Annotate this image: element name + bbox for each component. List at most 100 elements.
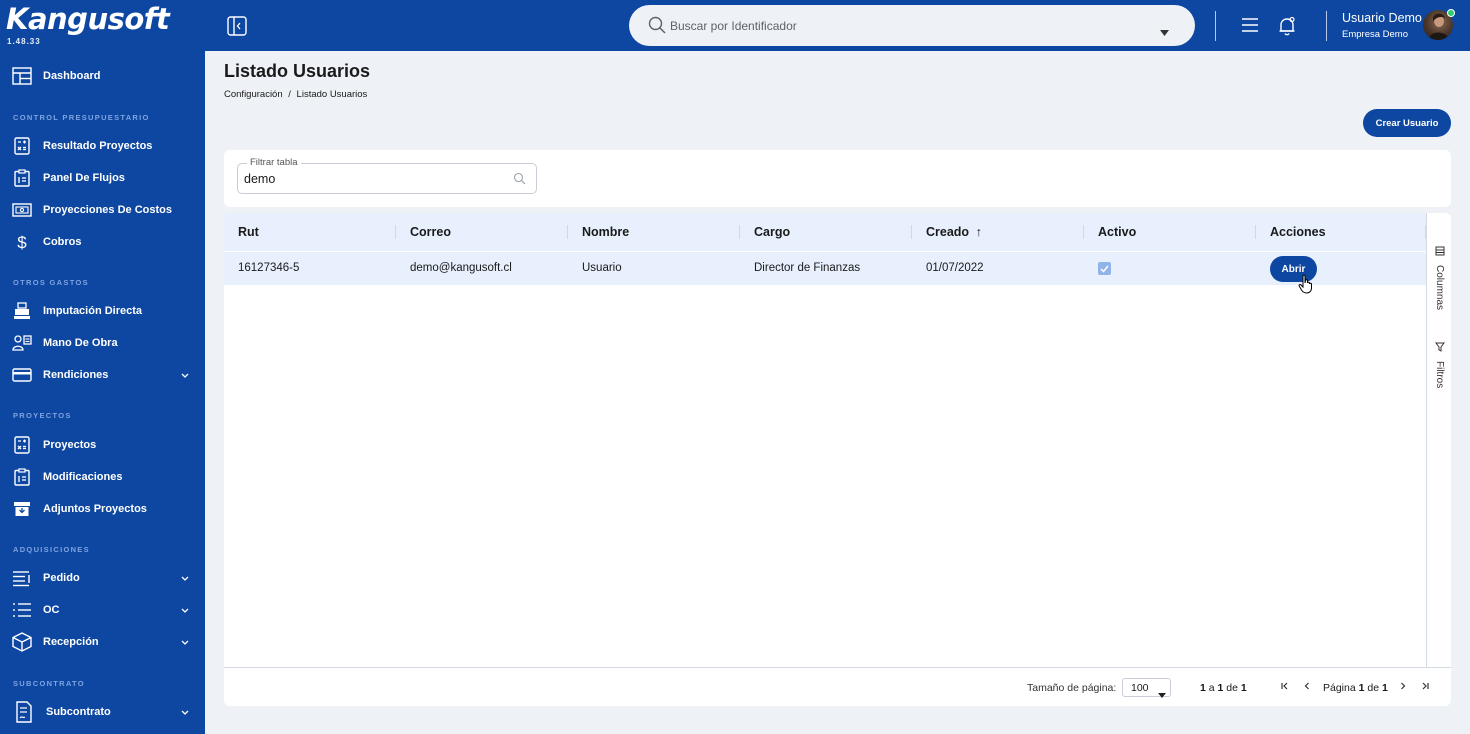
sidebar-item-pedido[interactable]: Pedido xyxy=(0,564,205,592)
tab-columnas[interactable]: Columnas xyxy=(1427,243,1451,310)
clipboard-icon xyxy=(12,168,32,188)
box-icon xyxy=(12,632,32,652)
sidebar-item-label: Subcontrato xyxy=(46,706,111,718)
column-header-cargo[interactable]: Cargo xyxy=(754,225,790,239)
chevron-down-icon xyxy=(180,605,190,615)
chevron-down-icon xyxy=(180,707,190,717)
sidebar-toggle-icon[interactable] xyxy=(226,15,248,37)
column-resize-handle[interactable] xyxy=(739,225,740,239)
user-name[interactable]: Usuario Demo xyxy=(1342,11,1422,25)
sidebar-item-label: Rendiciones xyxy=(43,369,109,381)
column-header-nombre[interactable]: Nombre xyxy=(582,225,629,239)
column-resize-handle[interactable] xyxy=(395,225,396,239)
sidebar-item-proyectos[interactable]: Proyectos xyxy=(0,431,205,459)
tab-filtros[interactable]: Filtros xyxy=(1427,339,1451,388)
table-row[interactable]: 16127346-5 demo@kangusoft.cl Usuario Dir… xyxy=(224,252,1426,294)
sidebar-item-label: Proyecciones De Costos xyxy=(43,204,172,216)
workers-icon xyxy=(12,333,32,353)
column-header-activo[interactable]: Activo xyxy=(1098,225,1136,239)
menu-icon[interactable] xyxy=(1241,16,1259,34)
column-resize-handle[interactable] xyxy=(911,225,912,239)
column-header-creado[interactable]: Creado ↑ xyxy=(926,225,982,239)
breadcrumb-current: Listado Usuarios xyxy=(296,89,368,100)
section-otros-gastos: OTROS GASTOS xyxy=(13,278,89,287)
filter-field[interactable]: Filtrar tabla xyxy=(237,157,537,194)
sidebar-item-label: Resultado Proyectos xyxy=(43,140,153,152)
column-header-acciones[interactable]: Acciones xyxy=(1270,225,1326,239)
column-header-label: Creado xyxy=(926,225,970,239)
sidebar-item-label: Imputación Directa xyxy=(43,305,143,317)
table-header: Rut Correo Nombre Cargo Creado ↑ Activo … xyxy=(224,213,1426,251)
sidebar-item-mano-de-obra[interactable]: Mano De Obra xyxy=(0,329,205,357)
filter-input[interactable] xyxy=(244,172,494,186)
page-size-select[interactable]: 100 xyxy=(1122,678,1171,698)
breadcrumb-configuracion[interactable]: Configuración xyxy=(224,89,283,100)
column-resize-handle[interactable] xyxy=(1255,225,1256,239)
page-indicator: Página 1 de 1 xyxy=(1323,682,1388,694)
money-icon xyxy=(12,200,32,220)
section-control-presupuestario: CONTROL PRESUPUESTARIO xyxy=(13,113,150,122)
create-user-button[interactable]: Crear Usuario xyxy=(1363,109,1451,137)
chevron-down-icon xyxy=(180,370,190,380)
active-checkbox[interactable] xyxy=(1098,262,1111,275)
chevron-down-icon xyxy=(180,637,190,647)
column-header-rut[interactable]: Rut xyxy=(238,225,259,239)
sidebar-item-label: Panel De Flujos xyxy=(43,172,125,184)
sidebar-item-rendiciones[interactable]: Rendiciones xyxy=(0,361,205,389)
clipboard-icon xyxy=(12,467,32,487)
sidebar-item-proyecciones-de-costos[interactable]: Proyecciones De Costos xyxy=(0,196,205,224)
sidebar-item-label: Adjuntos Proyectos xyxy=(43,503,147,515)
notification-bell-icon[interactable] xyxy=(1278,16,1296,36)
kangusoft-logo[interactable]: Kangusoft xyxy=(6,2,170,36)
column-resize-handle[interactable] xyxy=(567,225,568,239)
sidebar-item-recepcion[interactable]: Recepción xyxy=(0,628,205,656)
page-total: 1 xyxy=(1382,682,1388,694)
page-title: Listado Usuarios xyxy=(224,61,371,81)
sidebar-item-label: Proyectos xyxy=(43,439,97,451)
first-page-icon[interactable] xyxy=(1278,679,1292,693)
cell-creado: 01/07/2022 xyxy=(926,262,984,274)
sort-ascending-icon: ↑ xyxy=(975,225,982,239)
columns-icon xyxy=(1435,243,1445,261)
range-a: a xyxy=(1208,682,1215,694)
column-resize-handle[interactable] xyxy=(1083,225,1084,239)
sidebar-item-label: Modificaciones xyxy=(43,471,123,483)
sidebar-item-adjuntos-proyectos[interactable]: Adjuntos Proyectos xyxy=(0,495,205,523)
divider xyxy=(1326,11,1327,41)
tab-label: Columnas xyxy=(1434,265,1445,311)
sidebar-item-panel-de-flujos[interactable]: Panel De Flujos xyxy=(0,164,205,192)
page-current: 1 xyxy=(1358,682,1365,694)
previous-page-icon[interactable] xyxy=(1300,679,1314,693)
page-de: de xyxy=(1367,682,1380,694)
filter-card: Filtrar tabla xyxy=(224,150,1451,207)
sidebar-item-imputacion-directa[interactable]: Imputación Directa xyxy=(0,297,205,325)
sidebar-item-label: Dashboard xyxy=(43,70,101,82)
online-status-dot xyxy=(1447,9,1455,17)
dropdown-caret-icon[interactable] xyxy=(1160,23,1169,36)
cell-cargo: Director de Finanzas xyxy=(754,262,861,274)
caret-down-icon xyxy=(1158,685,1166,698)
table-side-panel: Columnas Filtros xyxy=(1426,213,1451,667)
calculator-icon xyxy=(12,136,32,156)
search-icon xyxy=(513,172,526,185)
app-version: 1.48.33 xyxy=(7,37,41,46)
dollar-icon: $ xyxy=(12,232,32,252)
breadcrumb: Configuración / Listado Usuarios xyxy=(224,89,367,100)
sidebar-item-modificaciones[interactable]: Modificaciones xyxy=(0,463,205,491)
users-table: Rut Correo Nombre Cargo Creado ↑ Activo … xyxy=(224,213,1451,706)
calculator-icon xyxy=(12,435,32,455)
sidebar-item-cobros[interactable]: $ Cobros xyxy=(0,228,205,256)
global-search[interactable]: Buscar por Identificador xyxy=(629,5,1195,46)
tab-label: Filtros xyxy=(1434,361,1445,389)
next-page-icon[interactable] xyxy=(1396,679,1410,693)
register-icon xyxy=(12,301,32,321)
sidebar-item-resultado-proyectos[interactable]: Resultado Proyectos xyxy=(0,132,205,160)
column-header-correo[interactable]: Correo xyxy=(410,225,451,239)
cell-correo: demo@kangusoft.cl xyxy=(410,262,512,274)
row-range: 1 a 1 de 1 xyxy=(1200,682,1247,694)
sidebar-item-dashboard[interactable]: Dashboard xyxy=(0,62,205,90)
sidebar-item-subcontrato[interactable]: Subcontrato xyxy=(0,698,205,726)
sidebar-item-oc[interactable]: OC xyxy=(0,596,205,624)
last-page-icon[interactable] xyxy=(1418,679,1432,693)
cell-nombre: Usuario xyxy=(582,262,622,274)
